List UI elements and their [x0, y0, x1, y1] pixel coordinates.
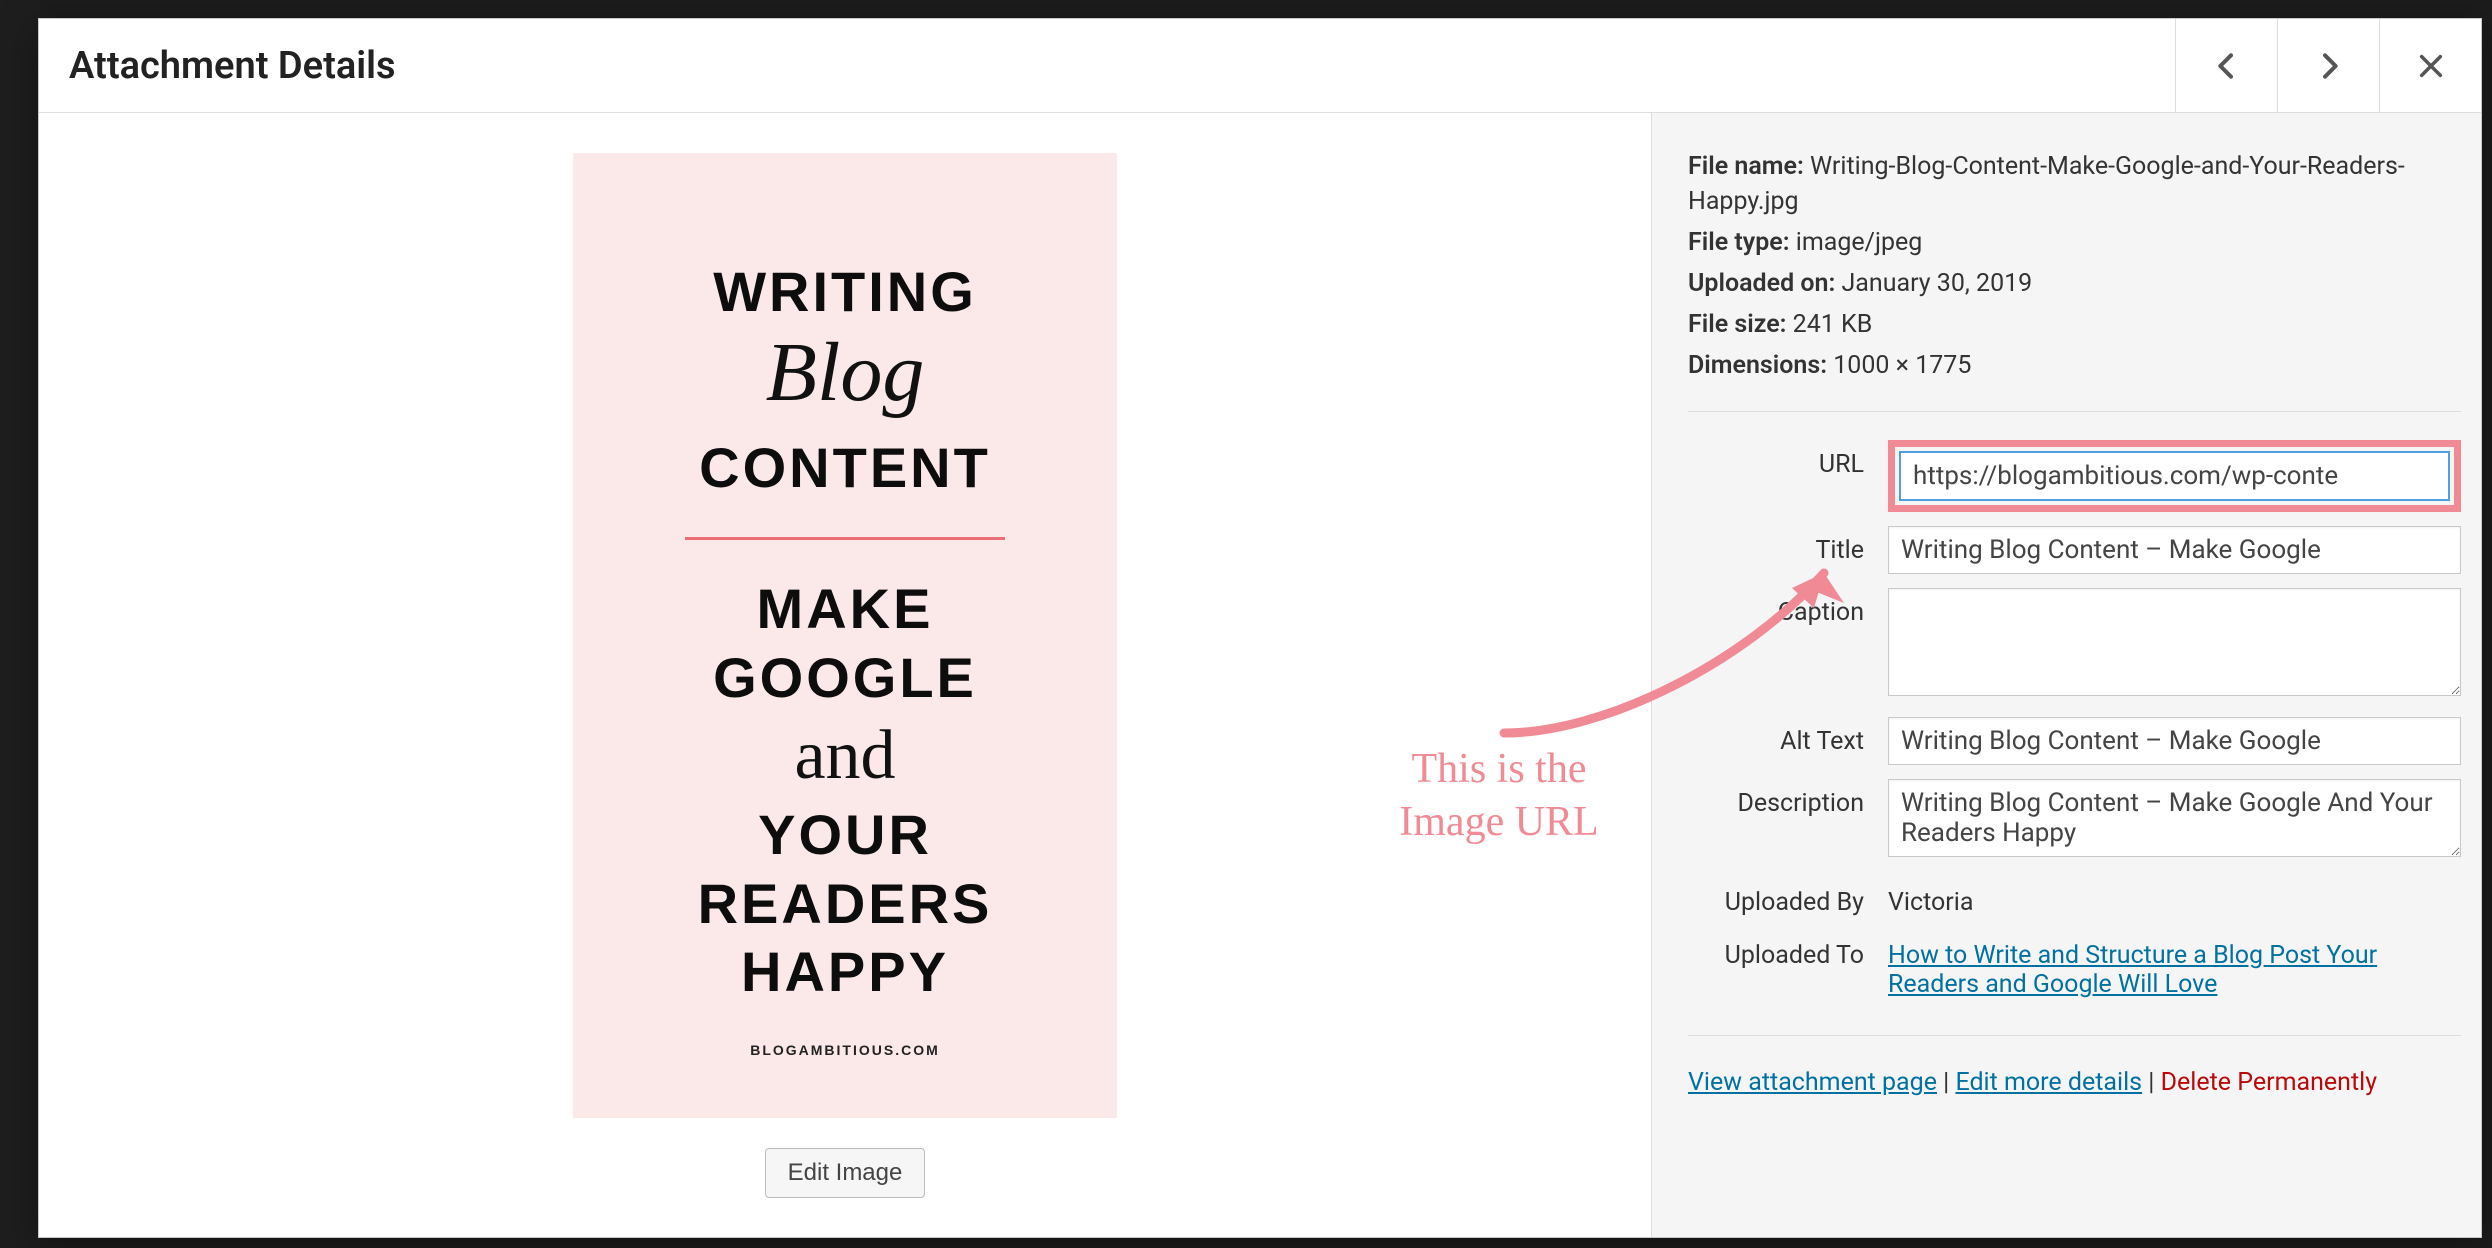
image-text: MAKE [757, 580, 934, 639]
field-label: URL [1688, 440, 1888, 479]
edit-more-details-link[interactable]: Edit more details [1955, 1068, 2142, 1097]
uploaded-by-value: Victoria [1888, 878, 2461, 917]
caption-textarea[interactable] [1888, 588, 2461, 696]
meta-label: Uploaded on: [1688, 269, 1835, 298]
separator: | [2148, 1068, 2160, 1097]
meta-label: File name: [1688, 152, 1804, 181]
field-label: Uploaded By [1688, 878, 1888, 917]
next-button[interactable] [2277, 19, 2379, 112]
admin-sidebar-sliver [0, 0, 40, 1248]
annotation-arrow-icon [1484, 533, 1884, 743]
meta-value: January 30, 2019 [1842, 269, 2033, 298]
attachment-image-preview: WRITING Blog CONTENT MAKE GOOGLE and YOU… [573, 153, 1117, 1118]
meta-label: File size: [1688, 310, 1786, 339]
meta-label: Dimensions: [1688, 351, 1827, 380]
modal-header-nav [2175, 19, 2481, 112]
field-row-uploaded-by: Uploaded By Victoria [1688, 878, 2461, 917]
image-text: WRITING [713, 263, 977, 322]
attachment-details-modal: Attachment Details WRITING Blog CONTENT … [38, 18, 2482, 1238]
image-brand-text: BLOGAMBITIOUS.COM [750, 1042, 940, 1058]
field-label: Description [1688, 779, 1888, 818]
view-attachment-page-link[interactable]: View attachment page [1688, 1068, 1937, 1097]
meta-uploaded-on: Uploaded on: January 30, 2019 [1688, 266, 2461, 301]
chevron-right-icon [2313, 50, 2345, 82]
meta-dimensions: Dimensions: 1000 × 1775 [1688, 348, 2461, 383]
modal-title: Attachment Details [69, 44, 396, 88]
image-text: and [794, 716, 895, 796]
annotation-line: This is the [1412, 746, 1587, 792]
url-input[interactable] [1899, 451, 2450, 501]
bottom-links: View attachment page | Edit more details… [1688, 1064, 2461, 1097]
prev-button[interactable] [2175, 19, 2277, 112]
field-row-description: Description Writing Blog Content – Make … [1688, 779, 2461, 864]
divider [1688, 411, 2461, 412]
image-text: Blog [766, 324, 925, 421]
meta-value: 1000 × 1775 [1833, 351, 1971, 380]
alt-text-input[interactable] [1888, 717, 2461, 765]
description-textarea[interactable]: Writing Blog Content – Make Google And Y… [1888, 779, 2461, 857]
delete-permanently-link[interactable]: Delete Permanently [2161, 1068, 2377, 1097]
modal-header: Attachment Details [39, 19, 2481, 113]
field-label: Uploaded To [1688, 931, 1888, 970]
image-text: YOUR [758, 806, 932, 865]
annotation-line: Image URL [1399, 799, 1598, 845]
separator: | [1943, 1068, 1955, 1097]
url-highlight [1888, 440, 2461, 512]
image-divider [685, 537, 1005, 540]
close-button[interactable] [2379, 19, 2481, 112]
image-text: HAPPY [741, 943, 949, 1002]
meta-file-type: File type: image/jpeg [1688, 225, 2461, 260]
uploaded-to-link[interactable]: How to Write and Structure a Blog Post Y… [1888, 941, 2377, 999]
title-input[interactable] [1888, 526, 2461, 574]
preview-panel: WRITING Blog CONTENT MAKE GOOGLE and YOU… [39, 113, 1651, 1237]
meta-file-size: File size: 241 KB [1688, 307, 2461, 342]
divider [1688, 1035, 2461, 1036]
field-row-url: URL [1688, 440, 2461, 512]
meta-value: 241 KB [1793, 310, 1873, 339]
close-icon [2417, 52, 2445, 80]
annotation-text: This is the Image URL [1359, 743, 1639, 848]
edit-image-button[interactable]: Edit Image [765, 1148, 926, 1198]
meta-file-name: File name: Writing-Blog-Content-Make-Goo… [1688, 149, 2461, 219]
field-row-uploaded-to: Uploaded To How to Write and Structure a… [1688, 931, 2461, 999]
image-text: READERS [698, 875, 993, 934]
chevron-left-icon [2211, 50, 2243, 82]
meta-value: image/jpeg [1796, 228, 1923, 257]
meta-label: File type: [1688, 228, 1790, 257]
image-text: CONTENT [699, 439, 991, 498]
modal-body: WRITING Blog CONTENT MAKE GOOGLE and YOU… [39, 113, 2481, 1237]
image-text: GOOGLE [713, 649, 977, 708]
